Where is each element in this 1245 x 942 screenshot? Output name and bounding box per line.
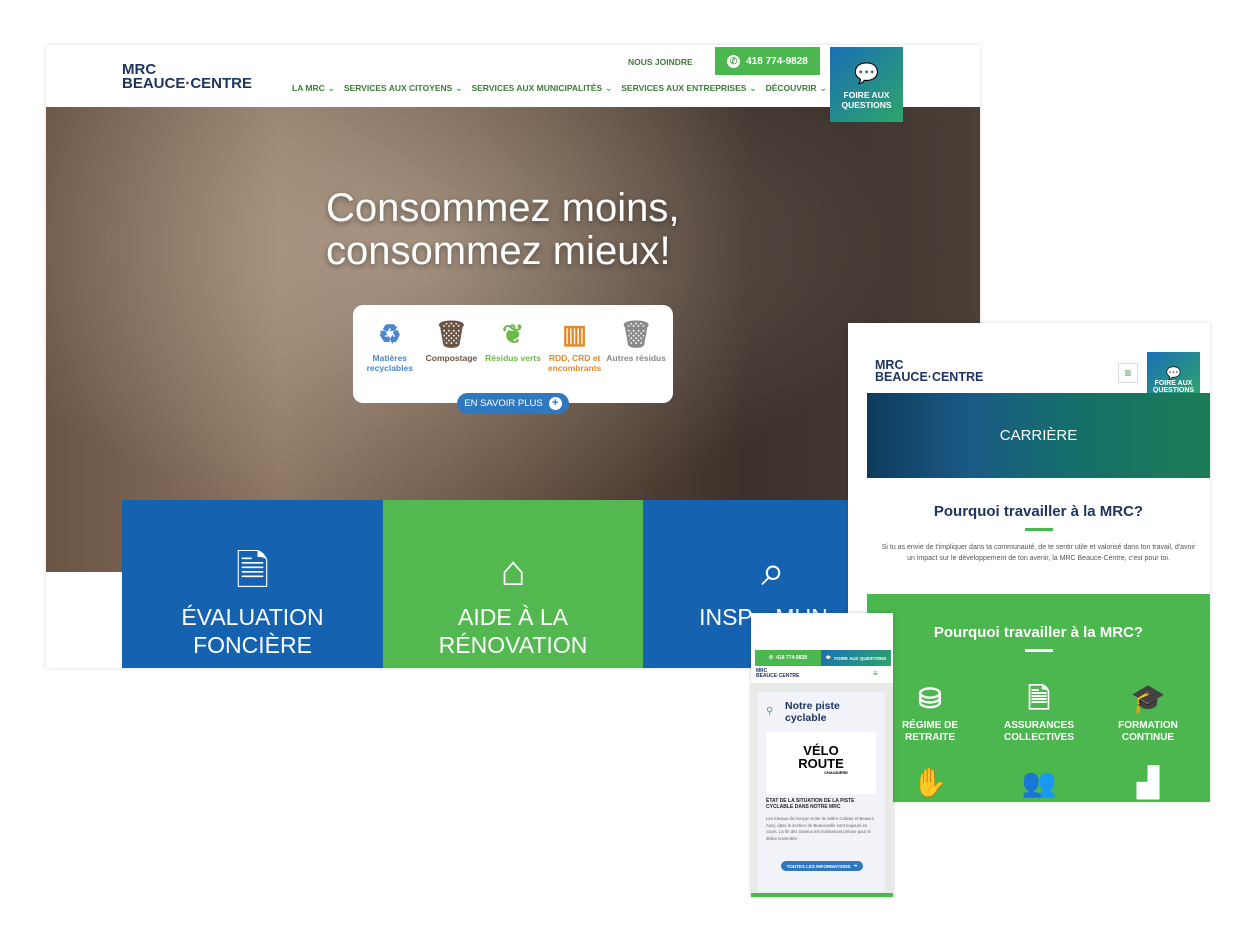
faq-button[interactable]: 💬 FOIRE AUX QUESTIONS xyxy=(1147,352,1200,399)
category-other[interactable]: 🗑 Autres résidus xyxy=(606,315,666,403)
desktop-mockup: MRC BEAUCE·CENTRE NOUS JOINDRE ✆ 418 774-9… xyxy=(46,45,980,668)
tile-evaluation[interactable]: 🗎 ÉVALUATION FONCIÈRE xyxy=(122,500,383,668)
logo[interactable]: MRC BEAUCE·CENTRE xyxy=(756,669,799,679)
chat-question-icon: 💬 xyxy=(1166,366,1181,380)
hamburger-menu-icon[interactable]: ≡ xyxy=(1118,363,1138,383)
phone-mockup: ✆ 418 774-9828 💬 FOIRE AUX QUESTIONS MRC BE… xyxy=(751,613,893,897)
chevron-down-icon: ⌄ xyxy=(605,83,613,93)
chevron-down-icon: ⌄ xyxy=(749,83,757,93)
tile-renovation[interactable]: ⌂ AIDE À LA RÉNOVATION xyxy=(383,500,643,668)
compost-bin-icon: 🗑 xyxy=(434,319,468,349)
nav-decouvrir[interactable]: DÉCOUVRIR ⌄ xyxy=(766,83,827,94)
career-banner: CARRIÈRE xyxy=(867,393,1210,478)
bike-path-card: ⚲ Notre piste cyclable VÉLO ROUTE CHAUDI… xyxy=(758,692,885,892)
phone-button[interactable]: ✆ 418 774-9828 xyxy=(755,650,821,666)
handshake-icon: ✋ xyxy=(912,767,948,798)
coins-icon: ⛁ xyxy=(918,683,942,714)
nav-la-mrc[interactable]: LA MRC ⌄ xyxy=(292,83,335,94)
section-heading: Pourquoi travailler à la MRC? xyxy=(933,503,1144,520)
phone-icon: ✆ xyxy=(768,655,774,661)
intro-paragraph: Si tu as envie de t'impliquer dans ta co… xyxy=(881,544,1196,562)
category-rdd[interactable]: ▥ RDD, CRD et encombrants xyxy=(545,315,605,403)
faq-button[interactable]: 💬 FOIRE AUX QUESTIONS xyxy=(830,47,903,122)
benefit-formation: 🎓 FORMATION CONTINUE xyxy=(1103,682,1193,744)
category-green[interactable]: ❦ Résidus verts xyxy=(483,315,543,403)
chevron-down-icon: ⌄ xyxy=(819,83,827,93)
recycle-icon: ♻ xyxy=(378,319,402,349)
chevron-down-icon: ⌄ xyxy=(455,83,463,93)
document-search-icon: 🗎 xyxy=(235,547,270,594)
dumpster-icon: ▥ xyxy=(562,319,587,349)
benefits-heading: Pourquoi travailler à la MRC? xyxy=(933,624,1144,641)
article-title: ÉTAT DE LA SITUATION DE LA PISTE CYCLABL… xyxy=(766,798,855,810)
team-icon: 👥 xyxy=(1021,767,1057,798)
phone-button[interactable]: ✆ 418 774-9828 xyxy=(715,47,820,75)
tablet-mockup: MRC BEAUCE·CENTRE ≡ 💬 FOIRE AUX QUESTIONS … xyxy=(848,323,1210,802)
nav-municipalites[interactable]: SERVICES AUX MUNICIPALITÉS ⌄ xyxy=(471,83,612,94)
logo[interactable]: MRC BEAUCE·CENTRE xyxy=(122,62,252,92)
phone-icon: ✆ xyxy=(727,54,741,68)
all-info-button[interactable]: TOUTES LES INFORMATIONS ➜ xyxy=(781,861,863,871)
insurance-icon: 🗎 xyxy=(1027,683,1051,714)
nav-citoyens[interactable]: SERVICES AUX CITOYENS ⌄ xyxy=(344,83,463,94)
plus-icon: + xyxy=(548,397,562,410)
card-title: Notre piste cyclable xyxy=(785,700,840,724)
main-nav: LA MRC ⌄ SERVICES AUX CITOYENS ⌄ SERVICES … xyxy=(292,83,827,94)
chevron-right-icon: ➜ xyxy=(853,863,858,868)
house-tools-icon: ⌂ xyxy=(500,547,526,594)
intro-section: Pourquoi travailler à la MRC? Si tu as e… xyxy=(867,503,1210,564)
article-text: Les travaux du tronçon entre la rivière … xyxy=(766,816,874,841)
en-savoir-plus-button[interactable]: EN SAVOIR PLUS + xyxy=(457,393,569,414)
waste-categories-card: ♻ Matières recyclables 🗑 Compostage ❦ Résid… xyxy=(353,305,673,403)
growth-chart-icon: ▟ xyxy=(1137,767,1159,798)
chat-question-icon: 💬 xyxy=(854,63,879,85)
chevron-down-icon: ⌄ xyxy=(327,83,335,93)
hamburger-menu-icon[interactable]: ≡ xyxy=(873,669,878,678)
nav-entreprises[interactable]: SERVICES AUX ENTREPRISES ⌄ xyxy=(621,83,756,94)
category-recyclables[interactable]: ♻ Matières recyclables xyxy=(360,315,420,403)
category-compost[interactable]: 🗑 Compostage xyxy=(421,315,481,403)
bike-icon: ⚲ xyxy=(766,706,774,717)
veloroute-logo: VÉLO ROUTE CHAUDIÈRE xyxy=(766,732,876,794)
benefit-retraite: ⛁ RÉGIME DE RETRAITE xyxy=(885,682,975,744)
graduation-icon: 🎓 xyxy=(1130,683,1166,714)
trash-icon: 🗑 xyxy=(619,319,653,349)
faq-button[interactable]: 💬 FOIRE AUX QUESTIONS xyxy=(821,650,891,666)
chat-question-icon: 💬 xyxy=(825,655,832,660)
hero-title: Consommez moins, consommez mieux! xyxy=(326,186,680,274)
nous-joindre-link[interactable]: NOUS JOINDRE xyxy=(628,57,693,67)
benefit-assurances: 🗎 ASSURANCES COLLECTIVES xyxy=(994,682,1084,744)
logo[interactable]: MRC BEAUCE·CENTRE xyxy=(875,359,983,384)
benefits-section: Pourquoi travailler à la MRC? ⛁ RÉGIME DE… xyxy=(867,594,1210,802)
leaf-recycle-icon: ❦ xyxy=(502,319,524,349)
